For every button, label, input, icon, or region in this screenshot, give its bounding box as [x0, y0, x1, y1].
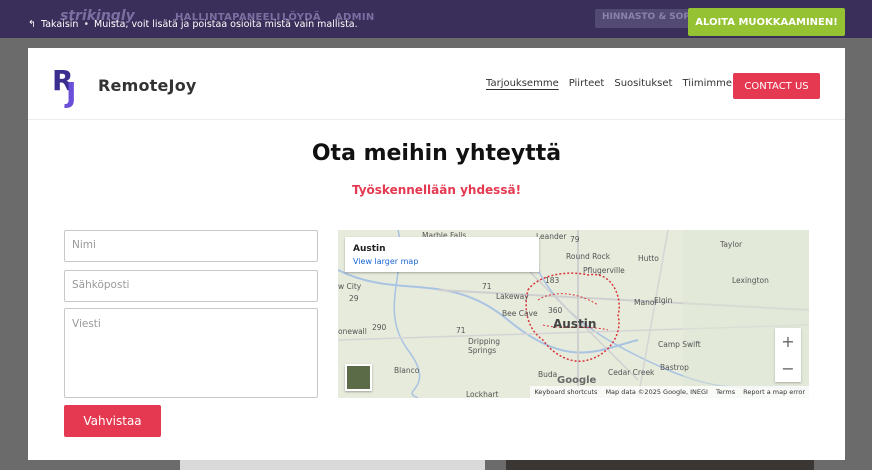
map-label: Bastrop	[660, 363, 689, 372]
background-section-right	[506, 460, 814, 470]
google-logo: Google	[557, 375, 597, 386]
map-label: Bee Cave	[502, 309, 538, 318]
nav-item-offers[interactable]: Tarjouksemme	[486, 78, 559, 89]
map-embed[interactable]: Marble Falls Leander Round Rock Pflugerv…	[338, 230, 809, 398]
road-number: 29	[349, 294, 359, 303]
message-placeholder: Viesti	[72, 318, 101, 330]
map-zoom-control: + −	[775, 328, 801, 382]
background-section-left	[180, 460, 485, 470]
keyboard-shortcuts-link[interactable]: Keyboard shortcuts	[534, 388, 597, 396]
report-error-link[interactable]: Report a map error	[743, 388, 805, 396]
map-label: Lockhart	[466, 390, 499, 398]
view-larger-map-link[interactable]: View larger map	[353, 257, 418, 266]
separator: •	[83, 19, 90, 30]
map-label: Lexington	[732, 276, 769, 285]
section-subtitle: Työskennellään yhdessä!	[351, 183, 522, 197]
map-label: Round Rock	[566, 252, 611, 261]
map-label: Lakeway	[496, 292, 529, 301]
nav-item-team[interactable]: Tiimimme	[682, 78, 732, 89]
back-link[interactable]: Takaisin	[41, 19, 78, 30]
map-label: Blanco	[394, 366, 420, 375]
brand-name: RemoteJoy	[98, 75, 197, 95]
map-label: Taylor	[720, 240, 743, 249]
nav-item-features[interactable]: Piirteet	[569, 78, 605, 89]
map-label: Leander	[536, 232, 567, 241]
editor-toolbar: strikingly HALLINTAPANEELI LÖYDÄ ADMIN H…	[0, 0, 872, 38]
map-data-text: Map data ©2025 Google, INEGI	[605, 388, 708, 396]
road-number: 360	[548, 306, 563, 315]
map-label: Elgin	[654, 296, 673, 305]
email-placeholder: Sähköposti	[72, 279, 130, 291]
back-row: ↰ Takaisin • Muista, voit lisätä ja pois…	[28, 19, 358, 30]
contact-us-button[interactable]: CONTACT US	[733, 73, 820, 99]
message-field[interactable]: Viesti	[64, 308, 318, 398]
road-number: 71	[482, 282, 492, 291]
name-field[interactable]: Nimi	[64, 230, 318, 262]
road-number: 79	[570, 235, 580, 244]
terms-link[interactable]: Terms	[716, 388, 735, 396]
map-label: w City	[338, 282, 362, 291]
pricing-link[interactable]: HINNASTO & SOPI	[595, 9, 701, 28]
map-label: onewall	[338, 327, 367, 336]
map-place-name: Austin	[353, 244, 386, 254]
map-attribution: Keyboard shortcuts Map data ©2025 Google…	[530, 386, 809, 398]
map-label: Camp Swift	[658, 340, 701, 349]
site-header: R J RemoteJoy Tarjouksemme Piirteet Suos…	[28, 48, 845, 120]
name-placeholder: Nimi	[72, 239, 96, 251]
hint-text: Muista, voit lisätä ja poistaa osioita m…	[94, 19, 358, 30]
start-editing-button[interactable]: ALOITA MUOKKAAMINEN!	[688, 8, 845, 36]
map-city-label: Austin	[553, 317, 597, 331]
email-field[interactable]: Sähköposti	[64, 270, 318, 302]
back-arrow-icon[interactable]: ↰	[28, 19, 36, 30]
zoom-out-button[interactable]: −	[775, 355, 801, 382]
section-title: Ota meihin yhteyttä	[311, 141, 562, 166]
site-nav: Tarjouksemme Piirteet Suositukset Tiimim…	[486, 78, 732, 89]
road-number: 290	[372, 323, 387, 332]
template-preview: R J RemoteJoy Tarjouksemme Piirteet Suos…	[28, 48, 845, 460]
brand-logo: R J	[52, 64, 77, 109]
zoom-in-button[interactable]: +	[775, 328, 801, 355]
brand[interactable]: R J RemoteJoy	[52, 64, 197, 109]
satellite-toggle[interactable]	[345, 364, 372, 391]
map-info-card: Austin View larger map	[345, 237, 539, 272]
map-label: Dripping Springs	[468, 337, 501, 355]
map-label: Buda	[538, 370, 558, 379]
road-number: 71	[456, 326, 466, 335]
map-label: Cedar Creek	[608, 368, 655, 377]
nav-item-testimonials[interactable]: Suositukset	[614, 78, 672, 89]
map-label: Hutto	[638, 254, 659, 263]
map-label: Pflugerville	[583, 266, 625, 275]
road-number: 183	[545, 276, 560, 285]
submit-button[interactable]: Vahvistaa	[64, 405, 161, 437]
